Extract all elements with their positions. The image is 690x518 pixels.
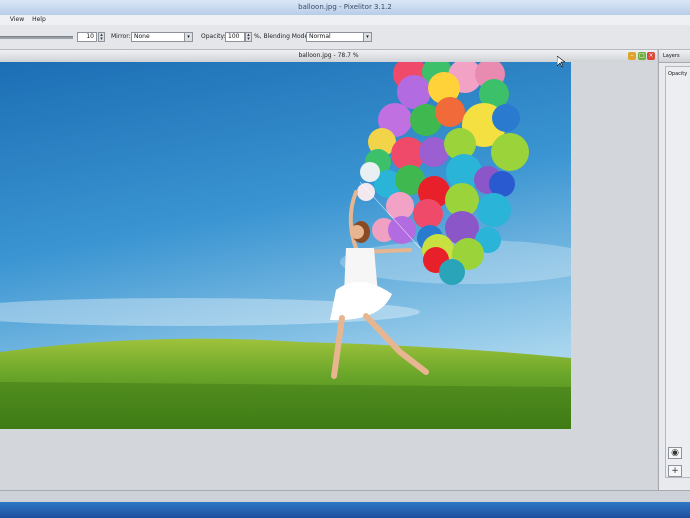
- layers-opacity-label: Opacity: [668, 71, 688, 77]
- layers-panel-title: Layers: [659, 50, 690, 63]
- window-title: balloon.jpg - Pixelitor 3.1.2: [298, 3, 392, 11]
- photo-canvas[interactable]: [0, 62, 571, 429]
- menu-bar: View Help: [0, 15, 690, 25]
- menu-item-help[interactable]: Help: [29, 15, 49, 25]
- opacity-label: Opacity:: [201, 33, 226, 40]
- size-input[interactable]: 10: [77, 32, 97, 42]
- chevron-down-icon: ▾: [184, 33, 192, 41]
- layers-list[interactable]: Opacity: [665, 66, 690, 478]
- chevron-down-icon: ▾: [363, 33, 371, 41]
- spinner-arrows-icon[interactable]: ▴ ▾: [98, 32, 105, 42]
- close-icon[interactable]: ×: [647, 52, 655, 60]
- tool-options-bar: 10 ▴ ▾ Mirror: None ▾ Opacity: 100 ▴ ▾ %, …: [0, 25, 690, 50]
- os-taskbar: [0, 502, 690, 518]
- canvas-area[interactable]: [0, 62, 657, 490]
- size-slider[interactable]: [0, 36, 73, 39]
- photo-image: [0, 62, 571, 429]
- spinner-arrows-icon[interactable]: ▴ ▾: [245, 32, 252, 42]
- opacity-input[interactable]: 100: [225, 32, 245, 42]
- mirror-label: Mirror:: [111, 33, 131, 40]
- blending-mode-select[interactable]: Normal ▾: [306, 32, 372, 42]
- layers-panel: Layers Opacity ◉ +: [658, 50, 690, 490]
- plus-icon[interactable]: +: [668, 465, 682, 477]
- maximize-icon[interactable]: □: [638, 52, 646, 60]
- window-titlebar[interactable]: balloon.jpg - Pixelitor 3.1.2: [0, 0, 690, 16]
- mouse-cursor-icon: [557, 56, 565, 68]
- menu-item-view[interactable]: View: [7, 15, 27, 25]
- minimize-icon[interactable]: –: [628, 52, 636, 60]
- blending-mode-label: %, Blending Mode:: [254, 33, 311, 40]
- mirror-select[interactable]: None ▾: [131, 32, 193, 42]
- document-title: balloon.jpg - 78.7 %: [298, 52, 359, 59]
- eye-icon[interactable]: ◉: [668, 447, 682, 459]
